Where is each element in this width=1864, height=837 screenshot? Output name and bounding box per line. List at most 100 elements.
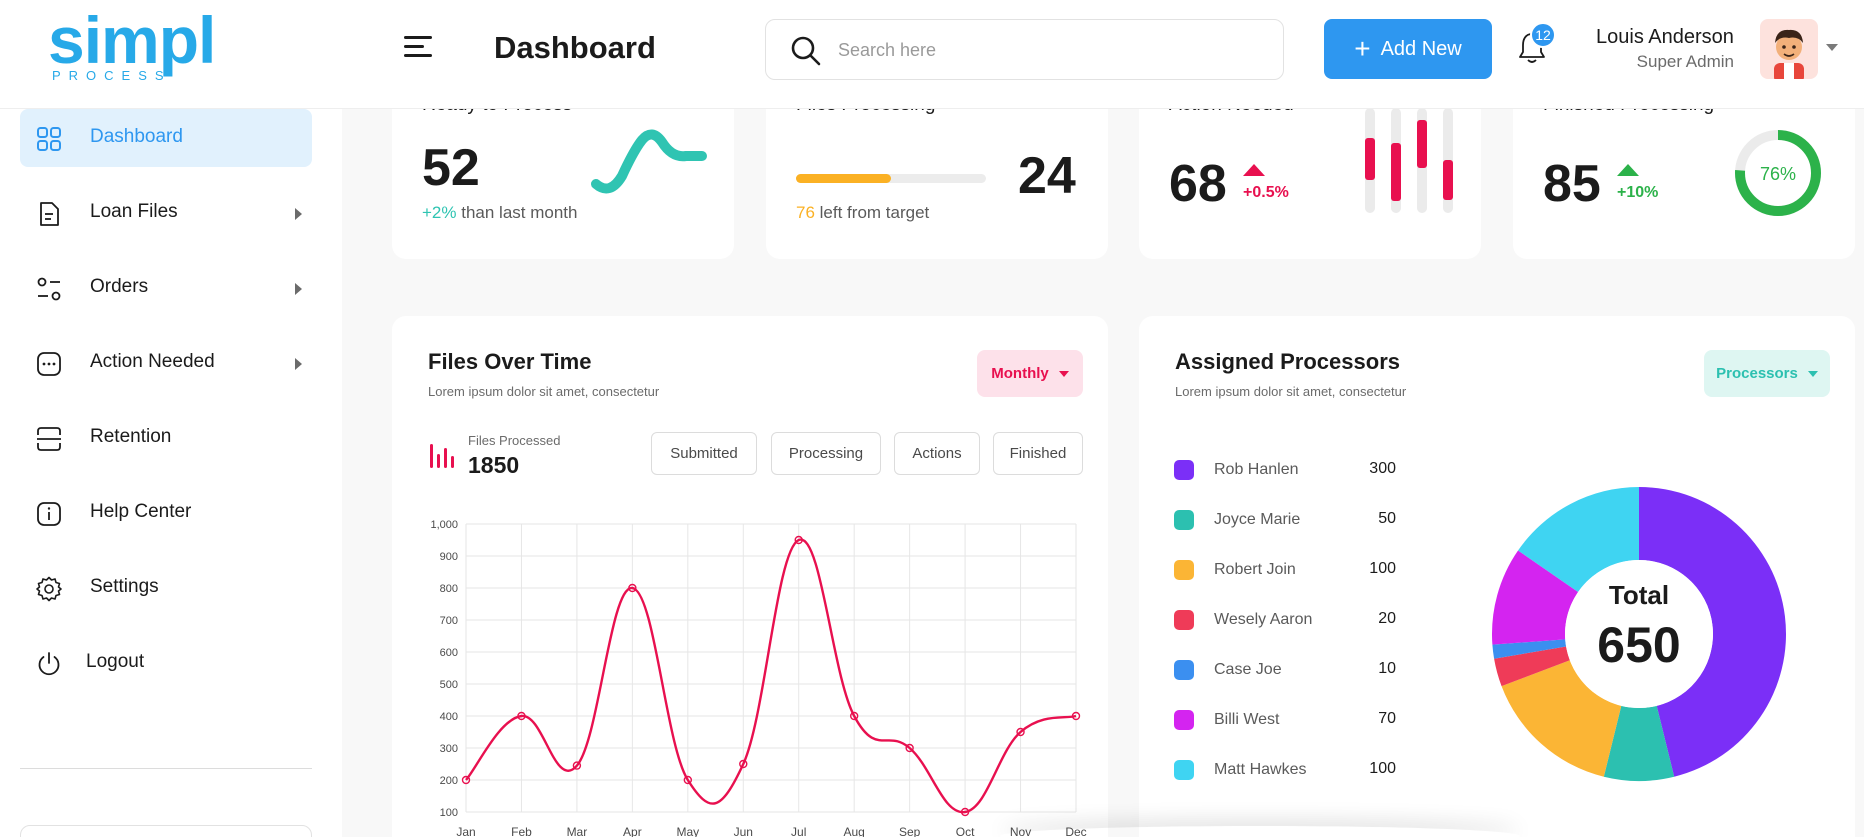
x-tick-label: Feb <box>511 825 532 837</box>
panel-title: Assigned Processors <box>1175 349 1400 374</box>
menu-toggle-icon[interactable] <box>404 36 432 60</box>
stat-card-finished: Finished Processing 85 +10% 76% <box>1513 96 1855 259</box>
x-tick-label: Jan <box>456 825 475 837</box>
gear-icon <box>36 576 62 602</box>
stat-change-pct: +0.5% <box>1243 184 1289 201</box>
user-menu-caret-icon[interactable] <box>1826 44 1838 51</box>
legend-value: 100 <box>1369 760 1396 777</box>
x-tick-label: Jul <box>791 825 806 837</box>
x-tick-label: Aug <box>844 825 865 837</box>
y-tick-label: 600 <box>440 647 458 659</box>
trend-up-icon <box>1617 164 1639 176</box>
sidebar-item-settings[interactable]: Settings <box>20 559 312 617</box>
top-bar: simpl PROCESS Dashboard + Add New 12 Lou… <box>0 0 1864 109</box>
legend-value: 50 <box>1378 510 1396 527</box>
filter-processing-button[interactable]: Processing <box>771 432 881 475</box>
progress-track <box>796 174 986 183</box>
stat-change-text: than last month <box>461 203 578 222</box>
processors-dropdown-label: Processors <box>1716 365 1798 382</box>
filter-actions-button[interactable]: Actions <box>894 432 980 475</box>
scan-icon <box>37 427 61 451</box>
avatar[interactable] <box>1760 19 1818 79</box>
y-tick-label: 300 <box>440 743 458 755</box>
avatar-image <box>1774 29 1804 79</box>
search-box[interactable] <box>765 19 1284 80</box>
metric-label: Files Processed <box>468 433 561 448</box>
x-tick-label: Oct <box>956 825 975 837</box>
sidebar-item-label: Logout <box>86 651 145 672</box>
legend-name: Wesely Aaron <box>1214 611 1313 628</box>
files-over-time-panel: Files Over Time Lorem ipsum dolor sit am… <box>392 316 1108 837</box>
sidebar-item-dashboard[interactable]: Dashboard <box>20 109 312 167</box>
mini-bar-chart <box>1365 108 1453 213</box>
plus-icon: + <box>1354 33 1371 64</box>
legend-value: 70 <box>1378 710 1396 727</box>
sidebar-bottom-box <box>20 825 312 837</box>
legend-swatch <box>1174 710 1194 730</box>
legend-item: Matt Hawkes 100 <box>1174 757 1396 783</box>
chat-dots-icon <box>37 352 61 376</box>
logo-text: simpl <box>48 3 216 77</box>
panel-subtitle: Lorem ipsum dolor sit amet, consectetur <box>1175 384 1407 399</box>
y-tick-label: 500 <box>440 679 458 691</box>
add-new-button[interactable]: + Add New <box>1324 19 1492 79</box>
logo[interactable]: simpl PROCESS <box>48 3 248 90</box>
series-line <box>465 538 1077 814</box>
progress-ring: 76% <box>1735 130 1821 216</box>
legend-value: 20 <box>1378 610 1396 627</box>
file-icon <box>40 202 59 226</box>
legend-name: Rob Hanlen <box>1214 461 1299 478</box>
trend-up-icon <box>1243 164 1265 176</box>
y-tick-label: 700 <box>440 615 458 627</box>
stat-card-processing: Files Processing 24 76 left from target <box>766 96 1108 259</box>
legend-name: Case Joe <box>1214 661 1282 678</box>
sidebar-item-retention[interactable]: Retention <box>20 409 312 467</box>
sidebar-item-label: Dashboard <box>90 126 183 147</box>
y-tick-label: 1,000 <box>430 519 458 531</box>
ring-label: 76% <box>1760 164 1796 184</box>
sidebar-item-label: Action Needed <box>90 351 215 372</box>
legend-item: Robert Join 100 <box>1174 557 1396 583</box>
filter-finished-button[interactable]: Finished <box>993 432 1083 475</box>
stat-value: 52 <box>422 139 480 197</box>
sidebar-item-loan-files[interactable]: Loan Files <box>20 184 312 242</box>
legend-swatch <box>1174 510 1194 530</box>
stat-card-action: Action Needed 68 +0.5% <box>1139 96 1481 259</box>
sidebar-item-action-needed[interactable]: Action Needed <box>20 334 312 392</box>
caret-down-icon <box>1807 370 1818 377</box>
grid-icon <box>37 127 61 151</box>
progress-fill <box>796 174 891 183</box>
info-icon <box>37 502 61 526</box>
legend-swatch <box>1174 660 1194 680</box>
y-tick-label: 800 <box>440 583 458 595</box>
logo-subtext: PROCESS <box>52 68 172 83</box>
sidebar-item-label: Help Center <box>90 501 192 522</box>
search-input[interactable] <box>838 34 1258 66</box>
sidebar-item-help-center[interactable]: Help Center <box>20 484 312 542</box>
donut-total-value: 650 <box>1597 617 1681 673</box>
chevron-right-icon <box>295 208 302 220</box>
legend-item: Rob Hanlen 300 <box>1174 457 1396 483</box>
sidebar-item-label: Settings <box>90 576 159 597</box>
donut-total-label: Total <box>1608 580 1670 610</box>
filter-submitted-button[interactable]: Submitted <box>651 432 757 475</box>
search-icon <box>791 36 821 66</box>
chevron-right-icon <box>295 283 302 295</box>
chevron-right-icon <box>295 358 302 370</box>
user-name[interactable]: Louis Anderson <box>1596 26 1734 49</box>
processors-dropdown[interactable]: Processors <box>1704 350 1830 397</box>
y-tick-label: 200 <box>440 775 458 787</box>
stat-value: 24 <box>1018 147 1076 205</box>
sidebar-item-orders[interactable]: Orders <box>20 259 312 317</box>
files-line-chart: 100 200 300 400 500 600 700 800 900 1,000 Jan Feb Ma… <box>430 519 1086 837</box>
page-title: Dashboard <box>494 30 656 65</box>
period-dropdown[interactable]: Monthly <box>977 350 1083 397</box>
stat-value: 85 <box>1543 155 1601 213</box>
legend-item: Case Joe 10 <box>1174 657 1396 683</box>
sidebar-item-logout[interactable]: Logout <box>20 634 312 692</box>
x-tick-label: Mar <box>567 825 588 837</box>
panel-title: Files Over Time <box>428 349 592 374</box>
stat-remaining: 76 left from target <box>796 203 929 223</box>
power-icon <box>38 652 60 676</box>
legend-swatch <box>1174 760 1194 780</box>
